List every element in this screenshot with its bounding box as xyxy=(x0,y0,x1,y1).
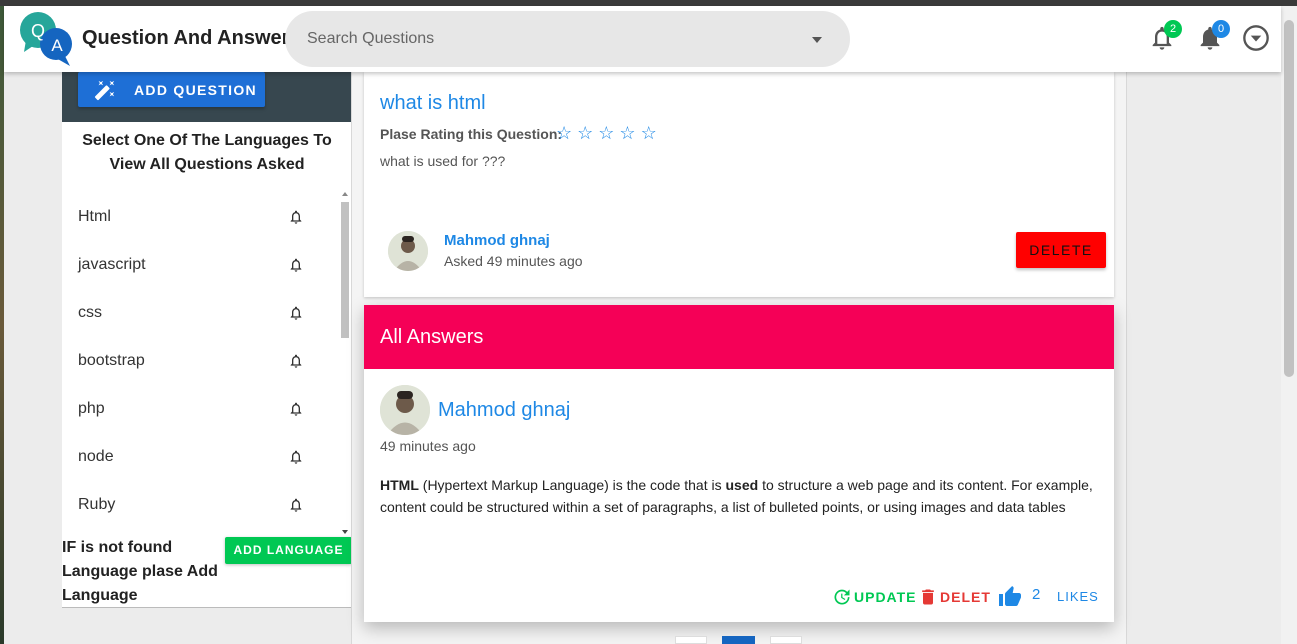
language-item-node[interactable]: node xyxy=(62,432,338,480)
language-not-found-text: IF is not found Language plase Add Langu… xyxy=(62,539,218,604)
languages-scrollbar[interactable] xyxy=(340,188,350,538)
window-left-edge xyxy=(0,6,4,644)
language-item-javascript[interactable]: javascript xyxy=(62,240,338,288)
trash-icon xyxy=(922,589,934,605)
pagination-next[interactable] xyxy=(770,636,802,644)
logo-letter-q: Q xyxy=(31,21,45,41)
update-label: UPDATE xyxy=(854,589,917,605)
messages-badge: 0 xyxy=(1212,20,1230,38)
add-question-button[interactable]: ADD QUESTION xyxy=(78,72,265,107)
answer-bold-term: HTML xyxy=(380,477,419,493)
bell-outline-icon[interactable] xyxy=(288,497,304,513)
language-item-bootstrap[interactable]: bootstrap xyxy=(62,336,338,384)
question-asked-time: Asked 49 minutes ago xyxy=(444,253,583,269)
question-body: what is used for ??? xyxy=(380,153,506,169)
languages-scrollbar-thumb[interactable] xyxy=(341,202,349,338)
language-item-css[interactable]: css xyxy=(62,288,338,336)
answers-header: All Answers xyxy=(364,305,1114,369)
bell-outline-icon[interactable] xyxy=(288,257,304,273)
language-name: javascript xyxy=(78,256,146,273)
app-title: Question And Answer xyxy=(82,27,290,49)
answer-bold-term: used xyxy=(725,477,759,493)
language-name: Ruby xyxy=(78,496,116,513)
notifications-badge: 2 xyxy=(1164,20,1182,38)
notifications-button[interactable]: 2 xyxy=(1144,20,1182,56)
bell-outline-icon[interactable] xyxy=(288,401,304,417)
refresh-icon xyxy=(834,589,850,605)
answers-header-title: All Answers xyxy=(380,326,484,348)
add-language-button[interactable]: ADD LANGUAGE xyxy=(225,537,352,564)
user-photo-icon xyxy=(388,231,428,271)
language-item-php[interactable]: php xyxy=(62,384,338,432)
app-bar: Q A Question And Answer 2 0 xyxy=(4,6,1281,72)
answer-text-part: (Hypertext Markup Language) is the code … xyxy=(418,477,726,493)
language-name: Html xyxy=(78,208,111,225)
languages-heading: Select One Of The Languages To View All … xyxy=(82,132,332,173)
language-name: node xyxy=(78,448,114,465)
question-card: what is html Plase Rating this Question:… xyxy=(364,72,1114,297)
page-scrollbar-thumb[interactable] xyxy=(1284,20,1294,377)
bell-outline-icon[interactable] xyxy=(288,305,304,321)
answers-card: All Answers Mahmod ghnaj 49 minutes ago … xyxy=(364,305,1114,622)
star-icon[interactable]: ☆ xyxy=(598,123,619,143)
answer-time: 49 minutes ago xyxy=(380,438,476,454)
page-scrollbar[interactable] xyxy=(1281,6,1297,644)
qa-logo-icon[interactable]: Q A xyxy=(18,10,76,68)
add-question-label: ADD QUESTION xyxy=(134,82,257,98)
chevron-down-circle-icon xyxy=(1243,25,1269,51)
question-title: what is html xyxy=(380,92,486,114)
likes-label: LIKES xyxy=(1057,589,1099,604)
answer-author[interactable]: Mahmod ghnaj xyxy=(438,399,570,422)
language-item-html[interactable]: Html xyxy=(62,192,338,240)
scroll-up-arrow-icon[interactable] xyxy=(342,192,348,196)
pagination-page-active[interactable] xyxy=(722,636,755,644)
search-bar xyxy=(285,11,850,67)
pagination-prev[interactable] xyxy=(675,636,707,644)
rating-label: Plase Rating this Question: xyxy=(380,126,563,142)
language-name: php xyxy=(78,400,105,417)
star-icon[interactable]: ☆ xyxy=(619,123,640,143)
search-dropdown-icon[interactable] xyxy=(812,37,822,43)
answer-body: HTML (Hypertext Markup Language) is the … xyxy=(380,474,1105,518)
language-name: bootstrap xyxy=(78,352,145,369)
star-icon[interactable]: ☆ xyxy=(556,123,577,143)
bell-outline-icon[interactable] xyxy=(288,353,304,369)
messages-button[interactable]: 0 xyxy=(1192,20,1230,56)
thumb-up-icon xyxy=(999,586,1021,606)
account-menu-button[interactable] xyxy=(1238,20,1274,56)
language-item-ruby[interactable]: Ruby xyxy=(62,480,338,528)
bell-outline-icon[interactable] xyxy=(288,449,304,465)
delete-question-button[interactable]: DELETE xyxy=(1016,232,1106,268)
language-name: css xyxy=(78,304,102,321)
rating-stars: ☆☆☆☆☆ xyxy=(556,123,662,144)
languages-list: Html javascript css bootstrap php node R… xyxy=(62,192,338,532)
user-photo-icon xyxy=(380,385,430,435)
bell-outline-icon[interactable] xyxy=(288,209,304,225)
avatar[interactable] xyxy=(380,385,430,435)
scroll-down-arrow-icon[interactable] xyxy=(342,530,348,534)
magic-wand-icon xyxy=(94,80,115,101)
search-input[interactable] xyxy=(307,11,787,67)
delete-label: DELET xyxy=(940,589,991,605)
logo-letter-a: A xyxy=(51,36,63,55)
star-icon[interactable]: ☆ xyxy=(641,123,662,143)
languages-panel: Select One Of The Languages To View All … xyxy=(62,122,352,608)
star-icon[interactable]: ☆ xyxy=(577,123,598,143)
likes-count: 2 xyxy=(1032,586,1042,603)
avatar[interactable] xyxy=(388,231,428,271)
question-author[interactable]: Mahmod ghnaj xyxy=(444,232,550,249)
